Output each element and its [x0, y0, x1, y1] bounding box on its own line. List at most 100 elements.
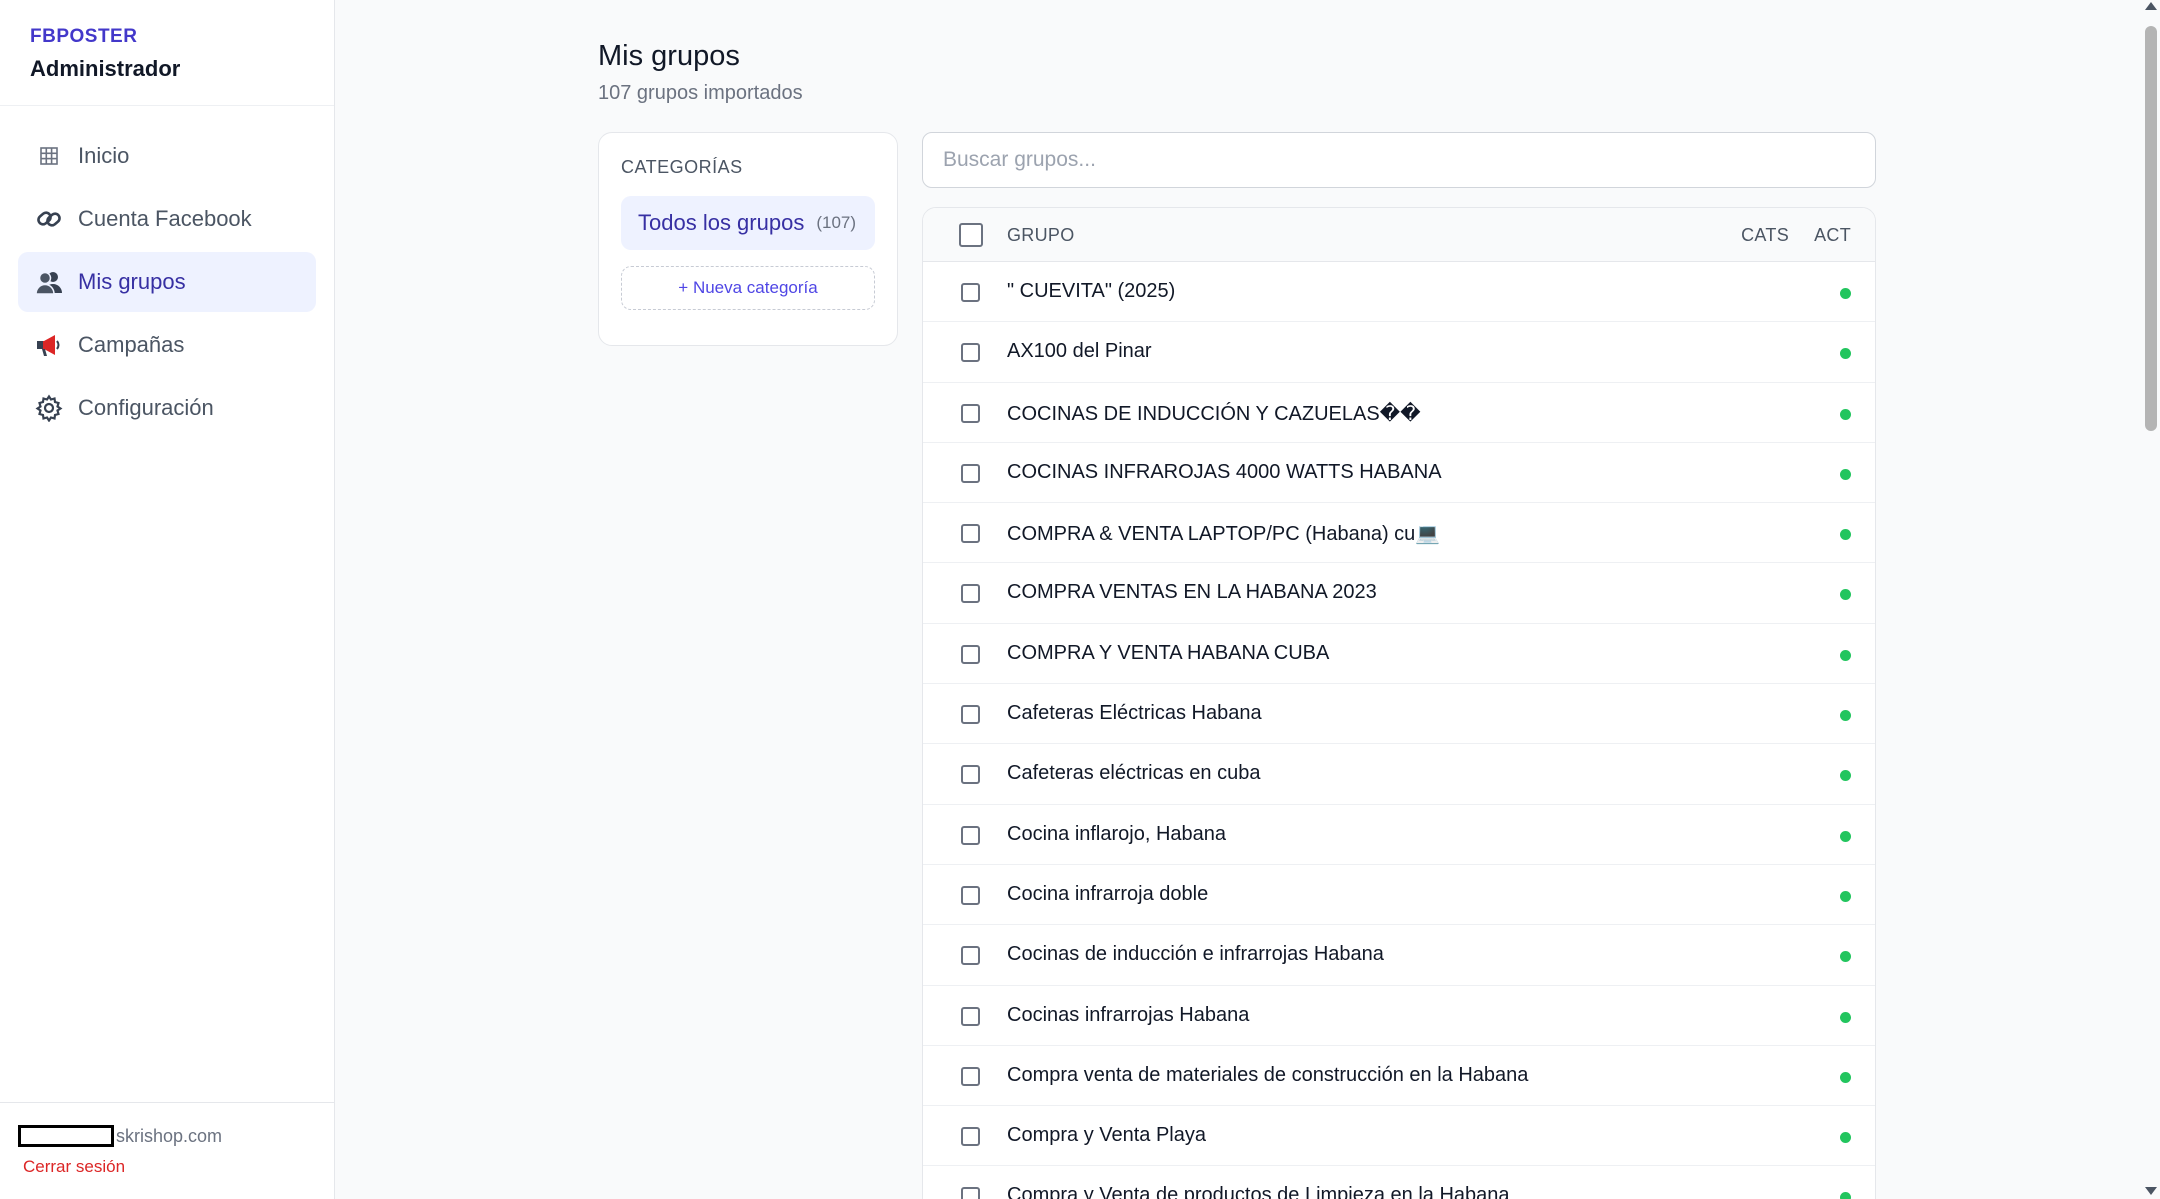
- grid-icon: [34, 141, 64, 171]
- table-header: GRUPO CATS ACT: [923, 208, 1875, 262]
- group-name: COCINAS DE INDUCCIÓN Y CAZUELAS��: [1007, 402, 1421, 425]
- active-status-dot: [1840, 1011, 1851, 1023]
- row-checkbox[interactable]: [961, 644, 980, 664]
- active-status-dot: [1840, 649, 1851, 661]
- group-name: Cocina inflarojo, Habana: [1007, 822, 1227, 845]
- redacted-block: [18, 1125, 114, 1147]
- group-name: " CUEVITA" (2025): [1007, 280, 1176, 302]
- brand-name: FBPOSTER: [30, 26, 138, 47]
- user-email-suffix: skrishop.com: [116, 1125, 223, 1146]
- table-row[interactable]: AX100 del Pinar: [923, 322, 1875, 383]
- users-icon: [34, 267, 64, 297]
- table-row[interactable]: Cafeteras eléctricas en cuba: [923, 744, 1875, 805]
- group-name: COCINAS INFRAROJAS 4000 WATTS HABANA: [1007, 460, 1442, 483]
- row-checkbox[interactable]: [961, 524, 980, 544]
- table-row[interactable]: Cocina inflarojo, Habana: [923, 805, 1875, 865]
- sidebar-item-label: Mis grupos: [78, 269, 186, 294]
- row-checkbox[interactable]: [961, 403, 980, 423]
- brand-block: FBPOSTER Administrador: [0, 0, 334, 106]
- page-subtitle: 107 grupos importados: [598, 82, 803, 104]
- table-row[interactable]: COMPRA & VENTA LAPTOP/PC (Habana) cu💻: [923, 503, 1875, 564]
- active-status-dot: [1840, 1071, 1851, 1083]
- group-name: COMPRA VENTAS EN LA HABANA 2023: [1007, 581, 1377, 604]
- active-status-dot: [1840, 770, 1851, 782]
- new-category-button[interactable]: + Nueva categoría: [621, 266, 875, 310]
- table-row[interactable]: Cocinas de inducción e infrarrojas Haban…: [923, 925, 1875, 986]
- row-checkbox[interactable]: [961, 885, 980, 905]
- active-status-dot: [1840, 710, 1851, 722]
- category-all-count: (107): [816, 213, 857, 232]
- row-checkbox[interactable]: [961, 584, 980, 604]
- column-header-group: GRUPO: [1007, 225, 1075, 245]
- groups-table: GRUPO CATS ACT " CUEVITA" (2025) AX100 de…: [922, 207, 1876, 1199]
- group-name: Cocinas de inducción e infrarrojas Haban…: [1007, 943, 1384, 966]
- sidebar: FBPOSTER Administrador Inicio Cuenta Fac…: [0, 0, 335, 1199]
- sidebar-item-label: Cuenta Facebook: [78, 206, 252, 231]
- row-checkbox[interactable]: [961, 1127, 980, 1147]
- row-checkbox[interactable]: [961, 463, 980, 483]
- logout-link[interactable]: Cerrar sesión: [23, 1157, 316, 1177]
- table-row[interactable]: Compra venta de materiales de construcci…: [923, 1046, 1875, 1107]
- search-input[interactable]: [922, 132, 1876, 188]
- sidebar-item-label: Inicio: [78, 143, 130, 168]
- active-status-dot: [1840, 529, 1851, 541]
- table-body: " CUEVITA" (2025) AX100 del Pinar COCINAS …: [923, 262, 1875, 1199]
- row-checkbox[interactable]: [961, 1066, 980, 1086]
- sidebar-item-campanas[interactable]: Campañas: [18, 315, 316, 375]
- group-name: COMPRA & VENTA LAPTOP/PC (Habana) cu💻: [1007, 523, 1441, 546]
- sidebar-item-configuracion[interactable]: Configuración: [18, 378, 316, 438]
- select-all-checkbox[interactable]: [959, 223, 983, 247]
- column-header-act: ACT: [1814, 225, 1851, 245]
- table-row[interactable]: " CUEVITA" (2025): [923, 262, 1875, 323]
- sidebar-item-inicio[interactable]: Inicio: [18, 126, 316, 186]
- table-row[interactable]: COCINAS INFRAROJAS 4000 WATTS HABANA: [923, 443, 1875, 504]
- sidebar-footer: skrishop.com Cerrar sesión: [0, 1102, 334, 1199]
- page-scrollbar[interactable]: [2142, 0, 2160, 1199]
- scroll-thumb[interactable]: [2145, 26, 2157, 431]
- table-row[interactable]: Compra y Venta de productos de Limpieza …: [923, 1166, 1875, 1199]
- row-checkbox[interactable]: [961, 825, 980, 845]
- row-checkbox[interactable]: [961, 1006, 980, 1026]
- group-name: COMPRA Y VENTA HABANA CUBA: [1007, 641, 1330, 664]
- table-row[interactable]: Cafeteras Eléctricas Habana: [923, 684, 1875, 745]
- megaphone-icon: [34, 330, 64, 360]
- active-status-dot: [1840, 1192, 1851, 1199]
- table-row[interactable]: Compra y Venta Playa: [923, 1106, 1875, 1167]
- category-all-label: Todos los grupos: [638, 210, 805, 235]
- table-row[interactable]: Cocina infrarroja doble: [923, 865, 1875, 926]
- link-icon: [34, 204, 64, 234]
- row-checkbox[interactable]: [961, 946, 980, 966]
- sidebar-item-label: Configuración: [78, 395, 214, 420]
- active-status-dot: [1840, 408, 1851, 420]
- row-checkbox[interactable]: [961, 1187, 980, 1199]
- user-email: skrishop.com: [18, 1125, 316, 1147]
- table-row[interactable]: Cocinas infrarrojas Habana: [923, 986, 1875, 1046]
- active-status-dot: [1840, 951, 1851, 963]
- table-row[interactable]: COMPRA Y VENTA HABANA CUBA: [923, 624, 1875, 685]
- scroll-up-arrow-icon[interactable]: [2145, 2, 2157, 10]
- category-all-groups[interactable]: Todos los grupos (107): [621, 196, 875, 250]
- group-name: Compra y Venta de productos de Limpieza …: [1007, 1184, 1510, 1199]
- group-name: AX100 del Pinar: [1007, 340, 1152, 363]
- active-status-dot: [1840, 589, 1851, 601]
- table-row[interactable]: COMPRA VENTAS EN LA HABANA 2023: [923, 563, 1875, 624]
- scroll-down-arrow-icon[interactable]: [2145, 1187, 2157, 1195]
- row-checkbox[interactable]: [961, 283, 980, 302]
- categories-panel: CATEGORÍAS Todos los grupos (107) + Nuev…: [598, 132, 898, 346]
- row-checkbox[interactable]: [961, 765, 980, 785]
- gear-icon: [34, 393, 64, 423]
- active-status-dot: [1840, 468, 1851, 480]
- brand-role: Administrador: [30, 56, 181, 81]
- row-checkbox[interactable]: [961, 705, 980, 725]
- sidebar-item-mis-grupos[interactable]: Mis grupos: [18, 252, 316, 312]
- table-row[interactable]: COCINAS DE INDUCCIÓN Y CAZUELAS��: [923, 383, 1875, 443]
- active-status-dot: [1840, 830, 1851, 842]
- sidebar-item-cuenta-facebook[interactable]: Cuenta Facebook: [18, 189, 316, 249]
- group-name: Cafeteras Eléctricas Habana: [1007, 702, 1262, 725]
- categories-title: CATEGORÍAS: [621, 157, 743, 177]
- group-name: Compra y Venta Playa: [1007, 1124, 1206, 1147]
- active-status-dot: [1840, 890, 1851, 902]
- group-name: Cocinas infrarrojas Habana: [1007, 1003, 1250, 1026]
- row-checkbox[interactable]: [961, 343, 980, 363]
- sidebar-item-label: Campañas: [78, 332, 185, 357]
